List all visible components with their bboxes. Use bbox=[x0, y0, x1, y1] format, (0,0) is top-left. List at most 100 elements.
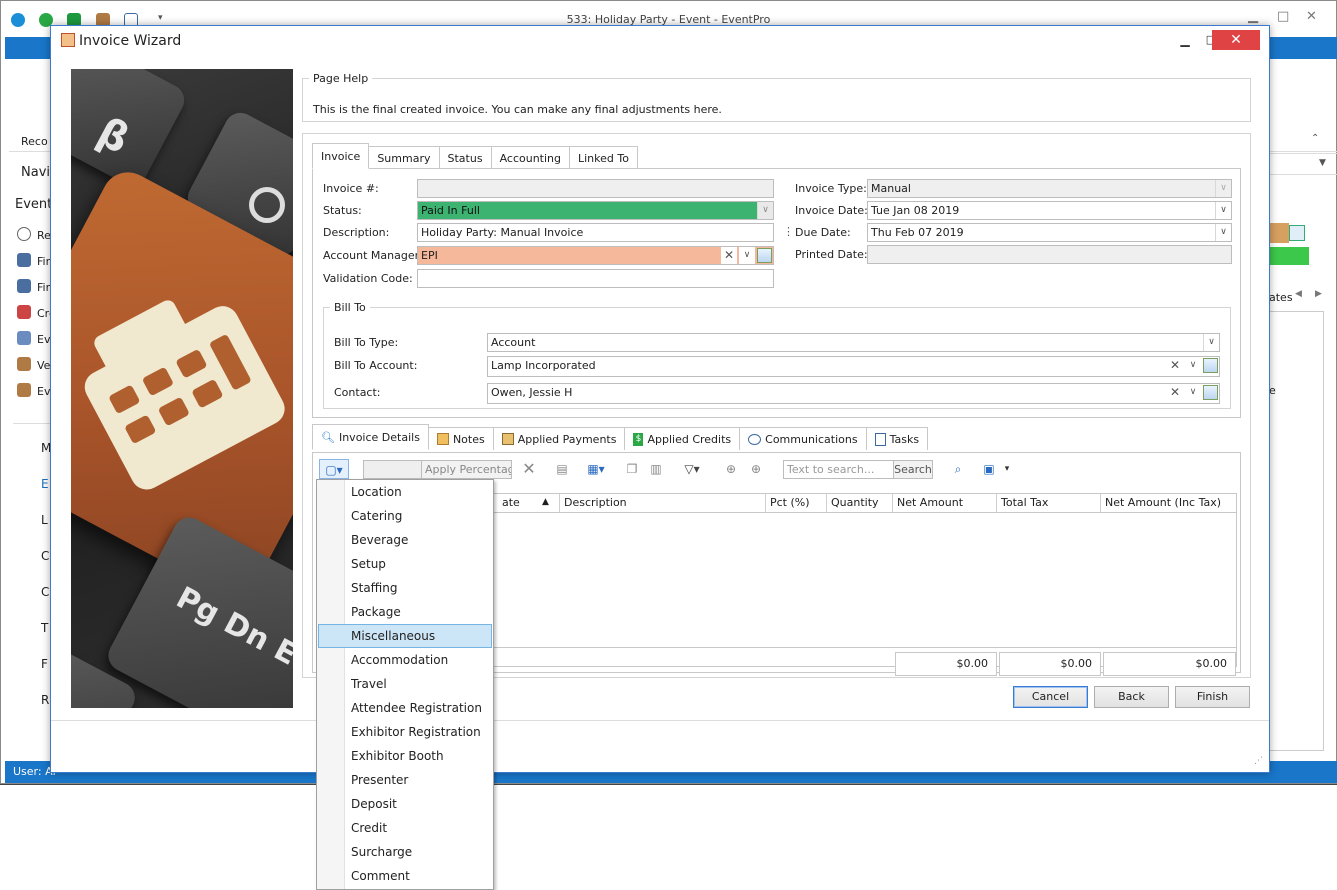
save-icon[interactable]: ▣ bbox=[979, 459, 999, 479]
menu-item-beverage[interactable]: Beverage bbox=[318, 528, 492, 552]
menu-item-comment[interactable]: Comment bbox=[318, 864, 492, 888]
menu-item-surcharge[interactable]: Surcharge bbox=[318, 840, 492, 864]
close-button[interactable]: ✕ bbox=[1212, 30, 1260, 50]
bg-nav-item[interactable]: L bbox=[41, 513, 48, 527]
bg-nav-item[interactable]: T bbox=[41, 621, 48, 635]
column-header[interactable]: Description bbox=[560, 494, 766, 512]
bg-nav-item[interactable]: Ev bbox=[37, 385, 50, 398]
menu-item-deposit[interactable]: Deposit bbox=[318, 792, 492, 816]
chevron-down-icon[interactable]: ∨ bbox=[1185, 357, 1201, 374]
menu-item-staffing[interactable]: Staffing bbox=[318, 576, 492, 600]
menu-item-accommodation[interactable]: Accommodation bbox=[318, 648, 492, 672]
tab-communications[interactable]: Communications bbox=[739, 427, 867, 450]
bg-nav-item[interactable]: C bbox=[41, 549, 49, 563]
tab-tasks[interactable]: Tasks bbox=[865, 427, 929, 450]
chevron-down-icon[interactable]: ▾ bbox=[1001, 459, 1013, 479]
edit-icon[interactable]: ▤ bbox=[552, 459, 572, 479]
percentage-spinner[interactable] bbox=[363, 460, 423, 479]
lookup-grid-icon[interactable] bbox=[757, 248, 772, 263]
menu-item-location[interactable]: Location bbox=[318, 480, 492, 504]
cancel-button[interactable]: Cancel bbox=[1013, 686, 1088, 708]
description-field[interactable]: Holiday Party: Manual Invoice bbox=[417, 223, 774, 242]
delete-icon[interactable]: ✕ bbox=[519, 459, 539, 479]
tab-accounting[interactable]: Accounting bbox=[490, 146, 570, 169]
chevron-down-icon[interactable]: ∨ bbox=[1215, 224, 1231, 241]
lookup-grid-icon[interactable] bbox=[1203, 358, 1218, 373]
lookup-grid-icon[interactable] bbox=[1203, 385, 1218, 400]
search-input[interactable]: Text to search... bbox=[783, 460, 896, 479]
column-header[interactable]: Quantity bbox=[827, 494, 893, 512]
bill-to-account-select[interactable]: Lamp Incorporated ✕ ∨ bbox=[487, 356, 1220, 377]
bg-ribbon-collapse-icon[interactable]: ⌃ bbox=[1311, 133, 1319, 144]
chevron-down-icon[interactable]: ∨ bbox=[1215, 202, 1231, 219]
clear-icon[interactable]: ✕ bbox=[1167, 357, 1183, 374]
chevron-down-icon[interactable]: ∨ bbox=[1215, 180, 1231, 197]
search-button[interactable]: Search bbox=[893, 460, 933, 479]
invoice-date-picker[interactable]: Tue Jan 08 2019 ∨ bbox=[867, 201, 1232, 220]
validation-code-field[interactable] bbox=[417, 269, 774, 288]
finish-button[interactable]: Finish bbox=[1175, 686, 1250, 708]
bg-prev-icon[interactable]: ◀ bbox=[1295, 289, 1302, 299]
bg-nav-item[interactable]: Ev bbox=[37, 333, 50, 346]
tab-linked-to[interactable]: Linked To bbox=[569, 146, 638, 169]
menu-item-exhibitor-booth[interactable]: Exhibitor Booth bbox=[318, 744, 492, 768]
bg-nav-item[interactable]: F bbox=[41, 657, 48, 671]
contact-select[interactable]: Owen, Jessie H ✕ ∨ bbox=[487, 383, 1220, 404]
invoice-number-field[interactable] bbox=[417, 179, 774, 198]
menu-item-credit[interactable]: Credit bbox=[318, 816, 492, 840]
printed-date-field[interactable] bbox=[867, 245, 1232, 264]
status-select[interactable]: Paid In Full ∨ bbox=[417, 201, 774, 220]
chevron-down-icon[interactable]: ∨ bbox=[1185, 384, 1201, 401]
column-header[interactable]: Pct (%) bbox=[766, 494, 827, 512]
account-manager-select[interactable]: EPI ✕ ∨ bbox=[417, 246, 774, 265]
tab-invoice[interactable]: Invoice bbox=[312, 143, 370, 169]
column-header[interactable]: Total Tax bbox=[997, 494, 1101, 512]
bg-nav-item[interactable]: C bbox=[41, 585, 49, 599]
move-down-icon[interactable]: ⊕ bbox=[746, 459, 766, 479]
copy-icon[interactable]: ❐ bbox=[622, 459, 642, 479]
chevron-down-icon[interactable]: ∨ bbox=[1203, 334, 1219, 351]
menu-item-miscellaneous[interactable]: Miscellaneous bbox=[318, 624, 492, 648]
invoice-type-select[interactable]: Manual ∨ bbox=[867, 179, 1232, 198]
menu-item-attendee-registration[interactable]: Attendee Registration bbox=[318, 696, 492, 720]
add-item-button[interactable]: ▢▾ bbox=[319, 459, 349, 479]
tab-invoice-details[interactable]: 🔍︎ Invoice Details bbox=[312, 424, 429, 450]
clear-icon[interactable]: ✕ bbox=[1167, 384, 1183, 401]
apply-percentage-button[interactable]: Apply Percentage bbox=[421, 460, 512, 479]
menu-item-travel[interactable]: Travel bbox=[318, 672, 492, 696]
tab-applied-credits[interactable]: $ Applied Credits bbox=[624, 427, 741, 450]
column-header[interactable]: Net Amount (Inc Tax) bbox=[1101, 494, 1236, 512]
bg-dropdown-icon[interactable]: ▼ bbox=[1319, 158, 1326, 168]
tab-status[interactable]: Status bbox=[438, 146, 492, 169]
bg-maximize-icon[interactable]: □ bbox=[1277, 9, 1289, 24]
splitter-handle-icon[interactable]: ⋮ bbox=[783, 225, 794, 238]
bg-nav-item[interactable]: E bbox=[41, 477, 49, 491]
bg-next-icon[interactable]: ▶ bbox=[1315, 289, 1322, 299]
resize-grip-icon[interactable]: ⋰ bbox=[1254, 756, 1263, 766]
grid-options-icon[interactable]: ▦▾ bbox=[583, 459, 609, 479]
menu-item-exhibitor-registration[interactable]: Exhibitor Registration bbox=[318, 720, 492, 744]
bill-to-type-select[interactable]: Account ∨ bbox=[487, 333, 1220, 352]
tab-applied-payments[interactable]: Applied Payments bbox=[492, 427, 626, 450]
menu-item-package[interactable]: Package bbox=[318, 600, 492, 624]
paste-icon[interactable]: ▥ bbox=[646, 459, 666, 479]
bg-minimize-icon[interactable]: ▁ bbox=[1248, 9, 1258, 24]
chevron-down-icon[interactable]: ∨ bbox=[757, 202, 773, 219]
tab-summary[interactable]: Summary bbox=[368, 146, 440, 169]
filter-icon[interactable]: ▽▾ bbox=[679, 459, 705, 479]
chevron-down-icon[interactable]: ∨ bbox=[739, 247, 755, 264]
menu-item-presenter[interactable]: Presenter bbox=[318, 768, 492, 792]
bg-nav-item[interactable]: Ve bbox=[37, 359, 50, 372]
find-icon[interactable]: ⌕ bbox=[947, 459, 969, 479]
column-header[interactable]: Net Amount bbox=[893, 494, 997, 512]
clear-icon[interactable]: ✕ bbox=[721, 247, 737, 264]
bg-nav-item[interactable]: Re bbox=[37, 229, 51, 242]
move-up-icon[interactable]: ⊕ bbox=[721, 459, 741, 479]
due-date-picker[interactable]: Thu Feb 07 2019 ∨ bbox=[867, 223, 1232, 242]
bg-nav-item[interactable]: R bbox=[41, 693, 49, 707]
tab-notes[interactable]: Notes bbox=[427, 427, 494, 450]
back-button[interactable]: Back bbox=[1094, 686, 1169, 708]
menu-item-catering[interactable]: Catering bbox=[318, 504, 492, 528]
bg-close-icon[interactable]: ✕ bbox=[1306, 9, 1317, 24]
menu-item-setup[interactable]: Setup bbox=[318, 552, 492, 576]
